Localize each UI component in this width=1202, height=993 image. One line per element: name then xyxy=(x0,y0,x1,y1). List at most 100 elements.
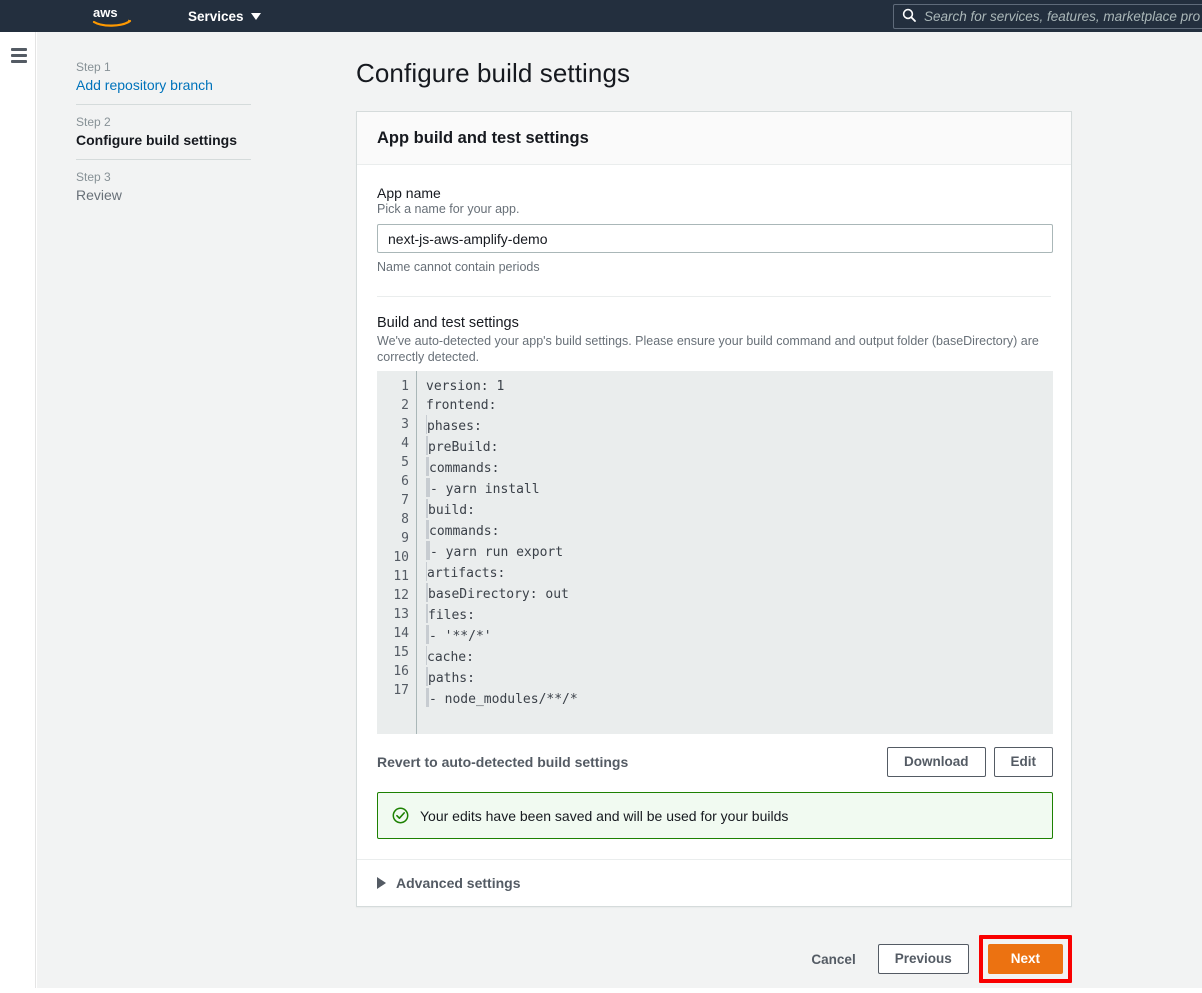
editor-line: files: xyxy=(426,604,1053,625)
editor-line-text: artifacts: xyxy=(427,566,506,581)
editor-line: commands: xyxy=(426,520,1053,541)
section-divider xyxy=(377,296,1051,297)
next-button[interactable]: Next xyxy=(987,944,1063,974)
editor-line-number: 16 xyxy=(393,664,409,679)
editor-code-content[interactable]: version: 1 frontend: phases: preBuild: co… xyxy=(417,371,1053,734)
next-button-highlight: Next xyxy=(978,935,1072,983)
editor-line-text: frontend: xyxy=(426,398,497,413)
step-number: Step 1 xyxy=(76,60,111,74)
editor-line-text: files: xyxy=(428,608,475,623)
hamburger-bar xyxy=(11,60,27,63)
app-name-input[interactable] xyxy=(377,224,1053,253)
app-name-hint: Pick a name for your app. xyxy=(377,202,520,216)
aws-logo[interactable]: aws xyxy=(92,4,132,28)
editor-line-text: - '**/*' xyxy=(429,629,492,644)
editor-line-number: 11 xyxy=(393,569,409,584)
editor-line xyxy=(426,709,1053,728)
editor-line-number: 12 xyxy=(393,588,409,603)
editor-line-text xyxy=(426,711,434,726)
card-title: App build and test settings xyxy=(377,129,589,147)
editor-line: artifacts: xyxy=(426,562,1053,583)
editor-line: baseDirectory: out xyxy=(426,583,1053,604)
hamburger-icon[interactable] xyxy=(11,48,27,63)
build-settings-card: App build and test settings App name Pic… xyxy=(356,111,1072,907)
build-settings-group: Build and test settings We've auto-detec… xyxy=(377,315,1053,839)
editor-line-number: 10 xyxy=(393,550,409,565)
cancel-button[interactable]: Cancel xyxy=(799,946,867,973)
editor-line-text: phases: xyxy=(427,419,482,434)
editor-line-number: 17 xyxy=(393,683,409,698)
editor-line-number: 13 xyxy=(393,607,409,622)
left-nav-rail xyxy=(0,32,36,988)
editor-line-text: - yarn run export xyxy=(430,545,564,560)
app-name-field-group: App name Pick a name for your app. Name … xyxy=(377,185,1053,274)
advanced-settings-toggle[interactable]: Advanced settings xyxy=(357,859,1071,906)
editor-line-number: 3 xyxy=(401,417,409,432)
editor-line-number: 1 xyxy=(401,379,409,394)
wizard-actions: Cancel Previous Next xyxy=(356,935,1072,993)
editor-line-number: 2 xyxy=(401,398,409,413)
editor-line: paths: xyxy=(426,667,1053,688)
global-search-box[interactable]: Search for services, features, marketpla… xyxy=(893,4,1202,29)
editor-line: cache: xyxy=(426,646,1053,667)
hamburger-bar xyxy=(11,48,27,51)
previous-button[interactable]: Previous xyxy=(877,944,969,974)
editor-line-number: 15 xyxy=(393,645,409,660)
advanced-settings-label: Advanced settings xyxy=(396,875,521,891)
app-name-label: App name xyxy=(377,185,441,201)
check-circle-icon xyxy=(392,807,409,824)
nav-services-menu[interactable]: Services xyxy=(188,9,261,24)
editor-line: - yarn run export xyxy=(426,541,1053,562)
sidebar-item-add-repository-branch[interactable]: Add repository branch xyxy=(76,76,251,94)
editor-line: preBuild: xyxy=(426,436,1053,457)
editor-line: build: xyxy=(426,499,1053,520)
chevron-down-icon xyxy=(250,12,261,20)
editor-line-numbers: 1 2 3 4 5 6 7 8 9 10 11 12 13 14 15 16 17 xyxy=(377,371,417,734)
hamburger-bar xyxy=(11,54,27,57)
editor-line: frontend: xyxy=(426,396,1053,415)
editor-actions-row: Revert to auto-detected build settings D… xyxy=(377,747,1053,777)
step-number: Step 3 xyxy=(76,170,111,184)
save-success-message: Your edits have been saved and will be u… xyxy=(420,807,789,824)
editor-line-text: commands: xyxy=(429,524,500,539)
edit-button[interactable]: Edit xyxy=(993,747,1053,777)
step-number: Step 2 xyxy=(76,115,111,129)
page-body: Step 1 Add repository branch Step 2 Conf… xyxy=(0,32,1202,988)
sidebar-item-configure-build-settings: Configure build settings xyxy=(76,132,237,148)
editor-line-number: 7 xyxy=(401,493,409,508)
editor-button-group: Download Edit xyxy=(887,747,1053,777)
editor-line: - yarn install xyxy=(426,478,1053,499)
editor-line-text: - yarn install xyxy=(430,482,540,497)
editor-line-text: - node_modules/**/* xyxy=(429,692,578,707)
triangle-right-icon xyxy=(377,877,386,889)
editor-line-text: cache: xyxy=(427,650,474,665)
editor-line-text: commands: xyxy=(429,461,500,476)
editor-line-text: version: 1 xyxy=(426,379,505,394)
save-success-alert: Your edits have been saved and will be u… xyxy=(377,792,1053,839)
wizard-step-1[interactable]: Step 1 Add repository branch xyxy=(76,60,251,104)
buildspec-code-editor[interactable]: 1 2 3 4 5 6 7 8 9 10 11 12 13 14 15 16 17 version: 1 fron… xyxy=(377,371,1053,734)
card-header: App build and test settings xyxy=(357,112,1071,165)
build-settings-label: Build and test settings xyxy=(377,315,519,331)
editor-line: - node_modules/**/* xyxy=(426,688,1053,709)
svg-text:aws: aws xyxy=(93,5,118,20)
editor-line: version: 1 xyxy=(426,377,1053,396)
aws-top-navbar: aws Services Search for services, featur… xyxy=(0,0,1202,32)
main-column: Configure build settings App build and t… xyxy=(356,58,1072,993)
wizard-step-3: Step 3 Review xyxy=(76,159,251,214)
editor-line-number: 14 xyxy=(393,626,409,641)
global-search-placeholder: Search for services, features, marketpla… xyxy=(924,9,1201,24)
editor-line-number: 8 xyxy=(401,512,409,527)
editor-line: - '**/*' xyxy=(426,625,1053,646)
revert-build-settings-link[interactable]: Revert to auto-detected build settings xyxy=(377,754,628,770)
editor-line-text: preBuild: xyxy=(428,440,499,455)
wizard-steps: Step 1 Add repository branch Step 2 Conf… xyxy=(76,60,251,214)
editor-line-text: baseDirectory: out xyxy=(428,587,569,602)
editor-line-number: 6 xyxy=(401,474,409,489)
editor-line-number: 9 xyxy=(401,531,409,546)
download-button[interactable]: Download xyxy=(887,747,986,777)
editor-line: phases: xyxy=(426,415,1053,436)
editor-line-number: 4 xyxy=(401,436,409,451)
sidebar-item-review: Review xyxy=(76,187,122,203)
wizard-step-2: Step 2 Configure build settings xyxy=(76,104,251,159)
